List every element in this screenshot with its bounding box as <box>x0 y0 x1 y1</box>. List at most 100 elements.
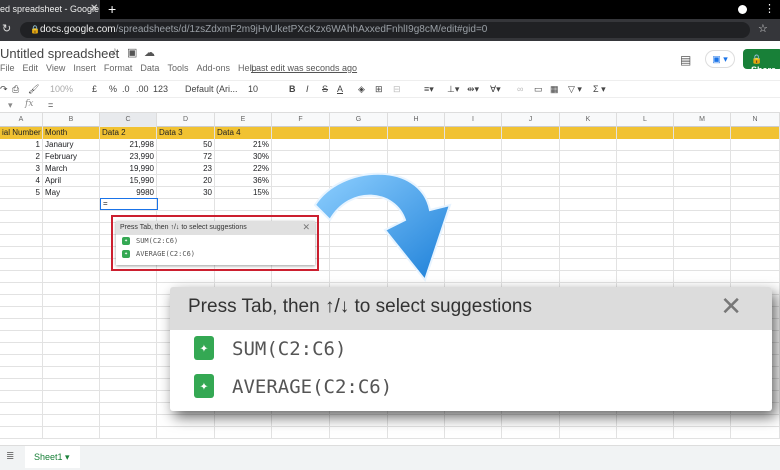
cell[interactable] <box>617 139 674 151</box>
cell[interactable] <box>43 355 100 367</box>
cell[interactable] <box>731 127 780 139</box>
borders-icon[interactable]: ⊞ <box>375 84 383 95</box>
cell[interactable] <box>617 427 674 439</box>
formula-input[interactable]: = <box>48 100 53 110</box>
cell[interactable] <box>43 415 100 427</box>
menu-item-insert[interactable]: Insert <box>73 63 96 73</box>
cell[interactable] <box>43 283 100 295</box>
cell[interactable] <box>560 163 617 175</box>
cell[interactable] <box>617 175 674 187</box>
cell[interactable]: 30 <box>157 187 215 199</box>
menu-item-edit[interactable]: Edit <box>23 63 39 73</box>
cell[interactable] <box>157 415 215 427</box>
text-rotate-icon[interactable]: ∀▾ <box>490 84 501 95</box>
cell[interactable] <box>330 415 388 427</box>
cell[interactable]: 72 <box>157 151 215 163</box>
column-header-c[interactable]: C <box>100 113 157 127</box>
cell[interactable] <box>502 187 560 199</box>
cell[interactable] <box>215 199 272 211</box>
cell[interactable] <box>0 211 43 223</box>
cell[interactable] <box>388 427 445 439</box>
cell[interactable] <box>100 331 157 343</box>
cell[interactable] <box>445 127 502 139</box>
cell[interactable] <box>617 151 674 163</box>
cell[interactable] <box>0 283 43 295</box>
reload-icon[interactable]: ↻ <box>2 22 11 35</box>
column-header-k[interactable]: K <box>560 113 617 127</box>
cell[interactable] <box>43 259 100 271</box>
cell[interactable] <box>731 175 780 187</box>
cell[interactable] <box>560 427 617 439</box>
cell[interactable] <box>100 403 157 415</box>
cell[interactable] <box>731 151 780 163</box>
cell[interactable] <box>388 139 445 151</box>
cell[interactable] <box>100 307 157 319</box>
bold-icon[interactable]: B <box>289 84 296 94</box>
cell[interactable] <box>100 367 157 379</box>
cell[interactable] <box>674 211 731 223</box>
strikethrough-icon[interactable]: S <box>322 84 328 94</box>
cell[interactable] <box>674 139 731 151</box>
suggestion-item[interactable]: ✦ SUM(C2:C6) <box>116 235 315 248</box>
cell[interactable] <box>0 391 43 403</box>
cell[interactable]: 36% <box>215 175 272 187</box>
cell[interactable]: 15% <box>215 187 272 199</box>
currency-button[interactable]: £ <box>92 84 97 94</box>
cell[interactable] <box>731 247 780 259</box>
cell[interactable] <box>502 247 560 259</box>
cell[interactable] <box>731 211 780 223</box>
cell[interactable] <box>674 235 731 247</box>
suggestion-item[interactable]: ✦ AVERAGE(C2:C6) <box>170 368 772 406</box>
cell[interactable] <box>617 211 674 223</box>
cell[interactable] <box>43 199 100 211</box>
cell[interactable] <box>560 199 617 211</box>
bookmark-star-icon[interactable]: ☆ <box>758 22 768 35</box>
cell[interactable]: 4 <box>0 175 43 187</box>
cell[interactable] <box>157 271 215 283</box>
cell[interactable] <box>100 355 157 367</box>
column-header-d[interactable]: D <box>157 113 215 127</box>
cell[interactable] <box>560 139 617 151</box>
move-folder-icon[interactable]: ▣ <box>127 46 137 59</box>
column-header-h[interactable]: H <box>388 113 445 127</box>
cell[interactable] <box>560 235 617 247</box>
cell[interactable] <box>330 139 388 151</box>
name-box-dropdown-icon[interactable]: ▾ <box>8 100 13 111</box>
cell[interactable] <box>43 391 100 403</box>
cell[interactable] <box>731 415 780 427</box>
cell[interactable] <box>388 151 445 163</box>
cell[interactable] <box>560 271 617 283</box>
cell[interactable] <box>100 319 157 331</box>
zoom-select[interactable]: 100% <box>50 84 73 94</box>
cell[interactable] <box>100 427 157 439</box>
column-header-b[interactable]: B <box>43 113 100 127</box>
all-sheets-icon[interactable]: ≣ <box>6 451 14 462</box>
cell[interactable] <box>388 127 445 139</box>
cell[interactable] <box>674 223 731 235</box>
cell[interactable] <box>560 259 617 271</box>
cell[interactable] <box>0 331 43 343</box>
cell[interactable]: 20 <box>157 175 215 187</box>
cell[interactable] <box>43 427 100 439</box>
cell[interactable] <box>0 235 43 247</box>
cell[interactable] <box>502 259 560 271</box>
cell[interactable] <box>0 427 43 439</box>
star-icon[interactable]: ☆ <box>110 46 120 59</box>
cell[interactable] <box>100 415 157 427</box>
merge-cells-icon[interactable]: ⊟ <box>393 84 401 95</box>
menu-item-add-ons[interactable]: Add-ons <box>196 63 230 73</box>
cell[interactable]: 19,990 <box>100 163 157 175</box>
cell[interactable]: 5 <box>0 187 43 199</box>
cell[interactable] <box>330 127 388 139</box>
cell[interactable] <box>43 379 100 391</box>
increase-decimal-button[interactable]: .00 <box>136 84 149 94</box>
cell[interactable] <box>502 271 560 283</box>
column-header-l[interactable]: L <box>617 113 674 127</box>
cell[interactable] <box>674 163 731 175</box>
align-vertical-icon[interactable]: ⊥▾ <box>447 84 459 95</box>
cell[interactable] <box>43 211 100 223</box>
cell[interactable]: Data 4 <box>215 127 272 139</box>
paint-format-icon[interactable]: 🖌 <box>28 84 39 95</box>
functions-icon[interactable]: Σ ▾ <box>593 84 606 95</box>
profile-icon[interactable] <box>738 5 747 14</box>
